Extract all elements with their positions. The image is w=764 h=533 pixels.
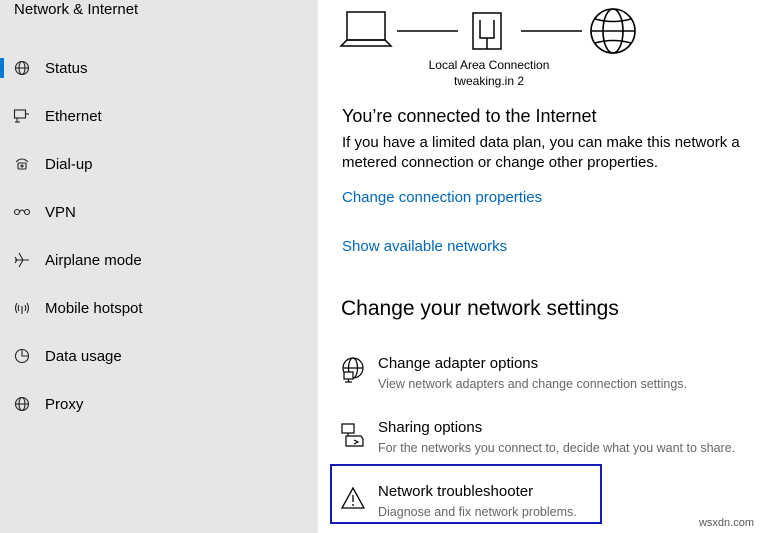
sharing-icon — [340, 421, 366, 447]
sidebar-item-label: Data usage — [45, 347, 122, 365]
option-description: For the networks you connect to, decide … — [378, 441, 736, 455]
sidebar-item-label: Mobile hotspot — [45, 299, 143, 317]
highlight-box — [330, 464, 602, 524]
option-title: Sharing options — [378, 419, 483, 436]
airplane-icon — [13, 251, 31, 269]
selection-indicator — [0, 58, 4, 78]
sidebar-item-status[interactable]: Status — [0, 48, 318, 88]
sidebar-title: Network & Internet — [14, 1, 139, 18]
sidebar-item-label: Dial-up — [45, 155, 93, 173]
connection-name: Local Area Connection — [428, 58, 550, 72]
sidebar-item-label: Airplane mode — [45, 251, 142, 269]
connection-status-description: If you have a limited data plan, you can… — [342, 134, 740, 171]
adapter-icon — [340, 357, 366, 383]
globe-icon — [13, 395, 31, 413]
change-connection-properties-link[interactable]: Change connection properties — [342, 189, 542, 206]
sidebar-item-vpn[interactable]: VPN — [0, 192, 318, 232]
sidebar: Network & Internet Status Ethernet Dial-… — [0, 0, 318, 533]
sidebar-item-mobile-hotspot[interactable]: Mobile hotspot — [0, 288, 318, 328]
sidebar-item-label: VPN — [45, 203, 76, 221]
sidebar-item-data-usage[interactable]: Data usage — [0, 336, 318, 376]
dial-up-icon — [13, 155, 31, 173]
vpn-icon — [13, 203, 31, 221]
ethernet-icon — [13, 107, 31, 125]
sidebar-item-ethernet[interactable]: Ethernet — [0, 96, 318, 136]
sidebar-item-airplane-mode[interactable]: Airplane mode — [0, 240, 318, 280]
network-diagram — [339, 8, 636, 54]
show-available-networks-link[interactable]: Show available networks — [342, 238, 507, 255]
option-title: Change adapter options — [378, 355, 539, 372]
laptop-icon — [339, 11, 393, 47]
sidebar-item-dial-up[interactable]: Dial-up — [0, 144, 318, 184]
hotspot-icon — [13, 299, 31, 317]
option-description: View network adapters and change connect… — [378, 377, 687, 391]
sidebar-item-label: Proxy — [45, 395, 84, 413]
globe-icon — [590, 8, 636, 54]
network-name: tweaking.in 2 — [453, 74, 525, 88]
globe-icon — [13, 59, 31, 77]
sidebar-item-label: Ethernet — [45, 107, 102, 125]
sidebar-item-label: Status — [45, 59, 88, 77]
sharing-options[interactable]: Sharing options For the networks you con… — [340, 419, 760, 463]
data-usage-icon — [13, 347, 31, 365]
network-settings-heading: Change your network settings — [341, 297, 619, 320]
sidebar-item-proxy[interactable]: Proxy — [0, 384, 318, 424]
watermark: wsxdn.com — [698, 517, 754, 529]
ethernet-port-icon — [472, 12, 502, 50]
connection-status-heading: You’re connected to the Internet — [342, 106, 597, 126]
change-adapter-options[interactable]: Change adapter options View network adap… — [340, 355, 760, 399]
